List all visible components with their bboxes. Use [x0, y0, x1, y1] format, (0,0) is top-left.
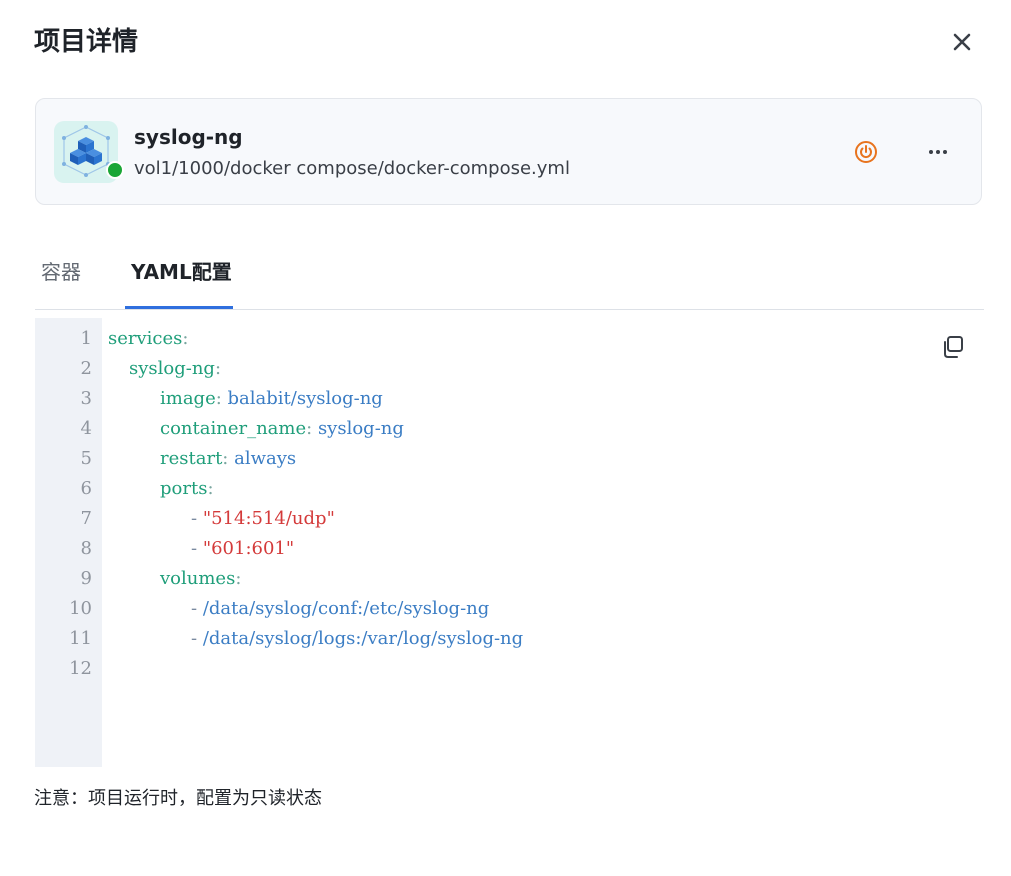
yaml-key: services	[108, 328, 183, 349]
copy-icon[interactable]	[941, 334, 965, 360]
code-line: - /data/syslog/logs:/var/log/syslog-ng	[191, 624, 523, 654]
code-line: restart: always	[160, 444, 296, 474]
yaml-colon: :	[207, 478, 214, 499]
line-number: 8	[80, 538, 92, 559]
line-number: 5	[80, 448, 92, 469]
yaml-key: restart	[160, 448, 223, 469]
code-line: ports:	[160, 474, 214, 504]
code-line: syslog-ng:	[129, 354, 221, 384]
line-number: 6	[80, 478, 92, 499]
tab-yaml-config[interactable]: YAML配置	[131, 258, 232, 286]
code-line: - "601:601"	[191, 534, 294, 564]
line-number: 11	[69, 628, 92, 649]
line-number: 10	[69, 598, 92, 619]
project-path: vol1/1000/docker compose/docker-compose.…	[134, 158, 570, 179]
yaml-key: image	[160, 388, 216, 409]
line-number-gutter: 1 2 3 4 5 6 7 8 9 10 11 12	[35, 318, 102, 767]
readonly-note: 注意：项目运行时，配置为只读状态	[34, 788, 322, 809]
line-number: 1	[80, 328, 92, 349]
yaml-value: /data/syslog/conf:/etc/syslog-ng	[202, 598, 490, 619]
code-line: image: balabit/syslog-ng	[160, 384, 383, 414]
yaml-dash: -	[191, 598, 203, 619]
project-details-dialog: 项目详情 syslog-ng vol1/1000/docker compose/…	[0, 0, 1011, 876]
yaml-colon: :	[182, 328, 189, 349]
line-number: 12	[69, 658, 92, 679]
yaml-colon: :	[235, 568, 242, 589]
line-number: 3	[80, 388, 92, 409]
yaml-key: volumes	[160, 568, 236, 589]
yaml-string: "601:601"	[202, 538, 295, 559]
code-line: container_name: syslog-ng	[160, 414, 404, 444]
line-number: 7	[80, 508, 92, 529]
yaml-key: syslog-ng	[129, 358, 215, 379]
yaml-string: "514:514/udp"	[202, 508, 335, 529]
yaml-key: ports	[160, 478, 208, 499]
code-line: volumes:	[160, 564, 241, 594]
code-line: services:	[108, 324, 188, 354]
status-running-indicator	[106, 161, 124, 179]
yaml-dash: -	[191, 628, 203, 649]
yaml-value: always	[228, 448, 297, 469]
tab-containers[interactable]: 容器	[41, 258, 81, 286]
tab-bar: 容器 YAML配置	[35, 248, 984, 310]
active-tab-indicator	[125, 306, 233, 309]
yaml-dash: -	[191, 508, 203, 529]
close-icon[interactable]	[948, 28, 976, 56]
code-line: - "514:514/udp"	[191, 504, 335, 534]
yaml-value: syslog-ng	[312, 418, 404, 439]
yaml-code-editor[interactable]: 1 2 3 4 5 6 7 8 9 10 11 12 services: sys…	[35, 318, 984, 767]
code-line: - /data/syslog/conf:/etc/syslog-ng	[191, 594, 489, 624]
line-number: 4	[80, 418, 92, 439]
line-number: 9	[80, 568, 92, 589]
yaml-key: container_name	[160, 418, 307, 439]
line-number: 2	[80, 358, 92, 379]
yaml-colon: :	[214, 358, 222, 379]
power-icon[interactable]	[853, 139, 879, 165]
yaml-value: /data/syslog/logs:/var/log/syslog-ng	[202, 628, 524, 649]
more-horizontal-icon[interactable]	[924, 139, 952, 165]
yaml-dash: -	[191, 538, 203, 559]
project-card: syslog-ng vol1/1000/docker compose/docke…	[35, 98, 982, 205]
project-name: syslog-ng	[134, 125, 243, 149]
yaml-value: balabit/syslog-ng	[221, 388, 383, 409]
dialog-title: 项目详情	[34, 27, 139, 57]
